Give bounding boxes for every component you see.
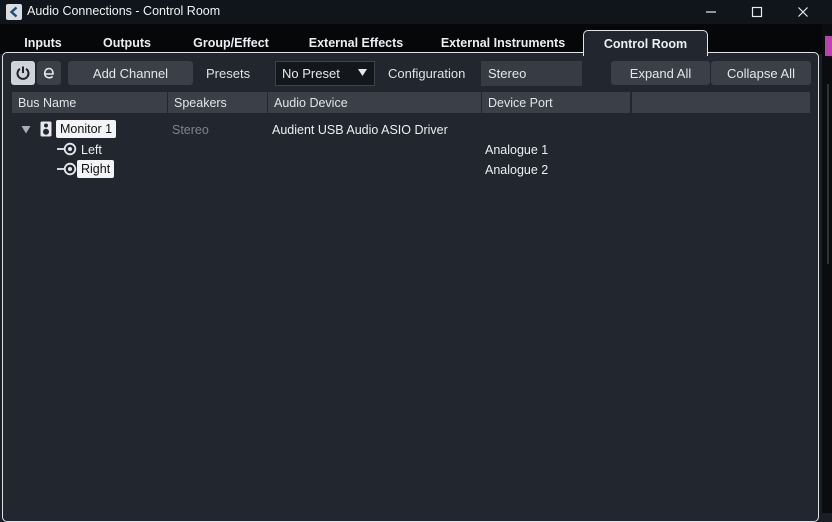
title-bar: Audio Connections - Control Room	[0, 0, 832, 24]
column-header-audio-device[interactable]: Audio Device	[268, 92, 481, 113]
column-header-bus-name[interactable]: Bus Name	[12, 92, 167, 113]
close-button[interactable]	[780, 0, 826, 24]
dropdown-arrow-icon	[358, 69, 367, 76]
collapse-all-button[interactable]: Collapse All	[711, 61, 811, 85]
device-port-cell[interactable]: Analogue 2	[485, 163, 548, 177]
tab-external-instruments[interactable]: External Instruments	[432, 32, 574, 54]
channel-name-left[interactable]: Left	[81, 143, 102, 157]
configuration-label: Configuration	[388, 66, 466, 81]
bus-tree	[12, 115, 810, 510]
channel-pin-icon	[57, 142, 77, 156]
preset-dropdown[interactable]: No Preset	[275, 61, 375, 86]
window-title: Audio Connections - Control Room	[27, 4, 221, 18]
channel-name-right[interactable]: Right	[77, 160, 115, 178]
tab-external-effects[interactable]: External Effects	[296, 32, 416, 54]
edit-e-icon	[43, 67, 54, 79]
accent-marker	[825, 36, 832, 56]
channel-pin-icon	[57, 162, 77, 176]
minimize-button[interactable]	[688, 0, 734, 24]
side-strip	[822, 24, 832, 513]
strip-divider	[827, 84, 829, 264]
column-header-device-port[interactable]: Device Port	[482, 92, 630, 113]
audio-device-cell[interactable]: Audient USB Audio ASIO Driver	[272, 123, 448, 137]
tab-outputs[interactable]: Outputs	[86, 32, 168, 54]
app-logo-icon	[6, 4, 22, 20]
column-header-speakers[interactable]: Speakers	[168, 92, 267, 113]
speaker-icon	[40, 121, 52, 137]
column-header-empty[interactable]	[632, 92, 810, 113]
close-icon	[798, 7, 808, 17]
speakers-cell: Stereo	[172, 123, 209, 137]
expand-triangle-icon[interactable]	[21, 125, 31, 134]
edit-button[interactable]	[37, 61, 61, 85]
device-port-cell[interactable]: Analogue 1	[485, 143, 548, 157]
power-icon	[16, 66, 30, 80]
tab-bar: Inputs Outputs Group/Effect External Eff…	[0, 24, 832, 56]
minimize-icon	[706, 11, 716, 13]
power-button[interactable]	[11, 61, 35, 85]
maximize-icon	[751, 6, 763, 18]
configuration-field[interactable]: Stereo	[481, 61, 582, 86]
maximize-button[interactable]	[734, 0, 780, 24]
add-channel-button[interactable]: Add Channel	[68, 61, 193, 85]
preset-value: No Preset	[282, 66, 340, 81]
tab-control-room[interactable]: Control Room	[583, 30, 708, 56]
expand-all-button[interactable]: Expand All	[611, 61, 710, 85]
bus-name-label[interactable]: Monitor 1	[56, 120, 117, 138]
tab-group-effect[interactable]: Group/Effect	[180, 32, 282, 54]
presets-label: Presets	[206, 66, 251, 81]
tab-inputs[interactable]: Inputs	[2, 32, 84, 54]
